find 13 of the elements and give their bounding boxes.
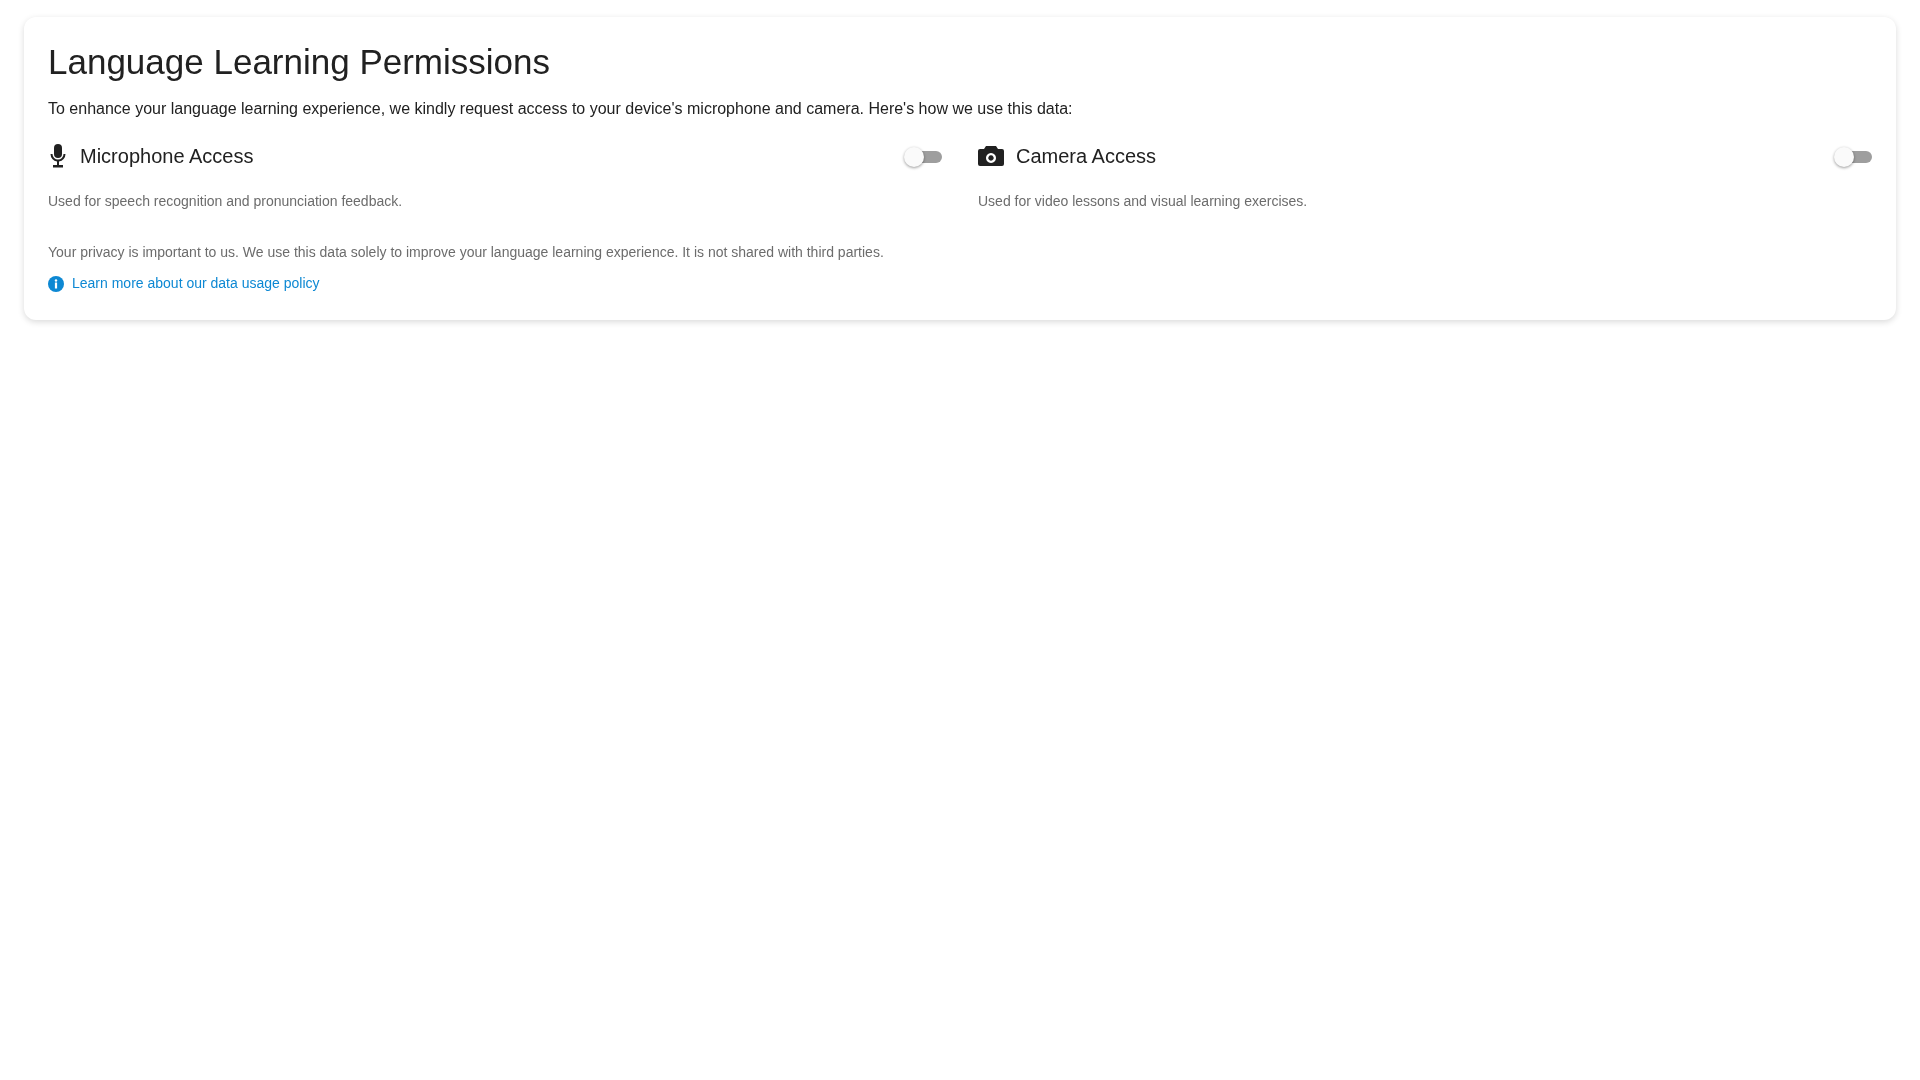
camera-icon [978, 145, 1004, 167]
info-icon [48, 275, 64, 292]
intro-text: To enhance your language learning experience, we kindly request access to your device's microphone and camera. Here's how we use this data: [48, 99, 1074, 119]
toggle-switch[interactable] [1834, 146, 1872, 166]
permission-description: Used for video lessons and visual learning exercises. [978, 192, 1309, 211]
page-title: Language Learning Permissions [48, 41, 551, 83]
permission-label: Microphone Access [80, 144, 255, 169]
microphone-icon [48, 143, 68, 169]
policy-link[interactable]: Learn more about our data usage policy [72, 273, 320, 294]
permission-description: Used for speech recognition and pronunciation feedback. [48, 192, 404, 211]
toggle-switch[interactable] [904, 146, 942, 166]
permission-label: Camera Access [1016, 144, 1158, 169]
privacy-note: Your privacy is important to us. We use this data solely to improve your language learning experience. It is not shared with third parties. [48, 243, 885, 262]
